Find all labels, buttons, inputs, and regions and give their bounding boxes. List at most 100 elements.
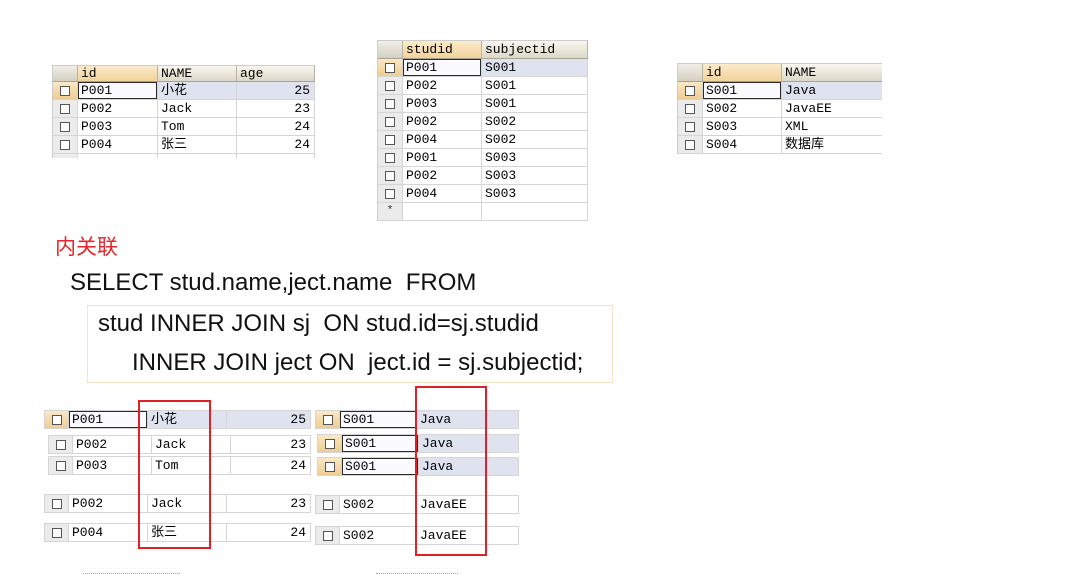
- checkbox-square-icon[interactable]: [385, 188, 395, 199]
- table-row[interactable]: P003 Tom 24: [53, 118, 315, 136]
- result-cell-name[interactable]: Tom: [152, 457, 231, 475]
- checkbox-square-icon[interactable]: [385, 152, 395, 163]
- checkbox-square-icon[interactable]: [385, 62, 395, 73]
- grid-cell-name[interactable]: Jack: [158, 100, 237, 118]
- checkbox-square-icon[interactable]: [51, 527, 62, 538]
- result-cell-subject-id[interactable]: S002: [340, 496, 417, 514]
- checkbox-square-icon[interactable]: [385, 170, 395, 181]
- checkbox-square-icon[interactable]: [385, 80, 395, 91]
- row-selector[interactable]: [378, 131, 403, 149]
- checkbox-square-icon[interactable]: [685, 121, 695, 132]
- grid-cell-studid[interactable]: P004: [403, 185, 482, 203]
- column-header-name[interactable]: NAME: [782, 64, 882, 82]
- row-selector[interactable]: [378, 149, 403, 167]
- grid-cell-studid[interactable]: P001: [403, 149, 482, 167]
- checkbox-square-icon[interactable]: [685, 139, 695, 150]
- table-row[interactable]: S002 JavaEE: [678, 100, 882, 118]
- result-row[interactable]: S001 Java: [317, 457, 519, 476]
- row-selector[interactable]: [378, 167, 403, 185]
- grid-cell-studid[interactable]: P004: [403, 131, 482, 149]
- result-cell-subject-name[interactable]: Java: [419, 458, 519, 476]
- grid-cell-id[interactable]: P004: [78, 136, 158, 154]
- table-row[interactable]: S001 Java: [678, 82, 882, 100]
- table-row[interactable]: P002 S001: [378, 77, 588, 95]
- result-row[interactable]: S001 Java: [315, 410, 519, 429]
- checkbox-square-icon[interactable]: [55, 460, 66, 471]
- grid-cell-studid[interactable]: P002: [403, 77, 482, 95]
- row-selector[interactable]: [45, 524, 69, 542]
- row-selector[interactable]: [678, 100, 703, 118]
- row-selector[interactable]: [53, 100, 78, 118]
- row-selector[interactable]: [318, 458, 342, 476]
- column-header-id[interactable]: id: [703, 64, 782, 82]
- result-cell-subject-id[interactable]: S001: [340, 411, 417, 429]
- result-cell-name[interactable]: Jack: [148, 495, 227, 513]
- column-header-studid[interactable]: studid: [403, 41, 482, 59]
- row-selector[interactable]: [49, 436, 73, 454]
- column-header-subjectid[interactable]: subjectid: [482, 41, 588, 59]
- grid-cell-id[interactable]: S004: [703, 136, 782, 154]
- grid-cell-subjectid[interactable]: S003: [482, 185, 588, 203]
- row-selector[interactable]: [378, 95, 403, 113]
- row-selector[interactable]: [53, 82, 78, 100]
- checkbox-square-icon[interactable]: [324, 461, 335, 472]
- table-row[interactable]: P004 S002: [378, 131, 588, 149]
- row-selector[interactable]: [378, 59, 403, 77]
- table-row[interactable]: S004 数据库: [678, 136, 882, 154]
- result-cell-id[interactable]: P004: [69, 524, 148, 542]
- result-cell-age[interactable]: 24: [227, 524, 311, 542]
- result-cell-id[interactable]: P002: [73, 436, 152, 454]
- table-row[interactable]: P002 Jack 23: [53, 100, 315, 118]
- checkbox-square-icon[interactable]: [60, 121, 70, 132]
- grid-cell-subjectid[interactable]: S003: [482, 149, 588, 167]
- grid-corner-cell[interactable]: [678, 64, 703, 82]
- result-cell-age[interactable]: 24: [231, 457, 311, 475]
- grid-cell-name[interactable]: JavaEE: [782, 100, 882, 118]
- grid-cell-id[interactable]: P002: [78, 100, 158, 118]
- grid-cell-subjectid[interactable]: S001: [482, 77, 588, 95]
- table-row[interactable]: S003 XML: [678, 118, 882, 136]
- column-header-name[interactable]: NAME: [158, 66, 237, 82]
- new-row[interactable]: *: [378, 203, 588, 221]
- row-selector[interactable]: [378, 185, 403, 203]
- checkbox-square-icon[interactable]: [51, 414, 62, 425]
- result-cell-id[interactable]: P002: [69, 495, 148, 513]
- grid-cell-name[interactable]: Tom: [158, 118, 237, 136]
- checkbox-square-icon[interactable]: [385, 98, 395, 109]
- result-row[interactable]: S002 JavaEE: [315, 526, 519, 545]
- table-row[interactable]: P001 S003: [378, 149, 588, 167]
- result-row[interactable]: S001 Java: [317, 434, 519, 453]
- grid-cell-id[interactable]: S001: [703, 82, 782, 100]
- result-cell-subject-name[interactable]: Java: [419, 435, 519, 453]
- grid-corner-cell[interactable]: [378, 41, 403, 59]
- result-cell-id[interactable]: P003: [73, 457, 152, 475]
- result-row[interactable]: P004 张三 24: [44, 523, 311, 542]
- grid-cell-subjectid[interactable]: S002: [482, 113, 588, 131]
- checkbox-square-icon[interactable]: [322, 414, 333, 425]
- checkbox-square-icon[interactable]: [60, 139, 70, 150]
- row-selector[interactable]: [678, 136, 703, 154]
- grid-cell-name[interactable]: 张三: [158, 136, 237, 154]
- table-row[interactable]: P004 张三 24: [53, 136, 315, 154]
- checkbox-square-icon[interactable]: [322, 499, 333, 510]
- checkbox-square-icon[interactable]: [60, 85, 70, 96]
- grid-cell-studid[interactable]: P002: [403, 113, 482, 131]
- row-selector[interactable]: [316, 527, 340, 545]
- column-header-age[interactable]: age: [237, 66, 315, 82]
- result-cell-age[interactable]: 25: [227, 411, 311, 429]
- result-row[interactable]: S002 JavaEE: [315, 495, 519, 514]
- grid-cell-id[interactable]: S002: [703, 100, 782, 118]
- grid-cell-name[interactable]: Java: [782, 82, 882, 100]
- result-row[interactable]: P002 Jack 23: [48, 435, 311, 454]
- grid-cell-age[interactable]: 25: [237, 82, 315, 100]
- checkbox-square-icon[interactable]: [324, 438, 335, 449]
- result-row[interactable]: P002 Jack 23: [44, 494, 311, 513]
- grid-cell-id[interactable]: S003: [703, 118, 782, 136]
- row-selector[interactable]: [316, 411, 340, 429]
- result-cell-subject-id[interactable]: S002: [340, 527, 417, 545]
- grid-cell-studid[interactable]: P002: [403, 167, 482, 185]
- grid-corner-cell[interactable]: [53, 66, 78, 82]
- table-row[interactable]: P003 S001: [378, 95, 588, 113]
- result-cell-subject-id[interactable]: S001: [342, 435, 419, 453]
- checkbox-square-icon[interactable]: [60, 103, 70, 114]
